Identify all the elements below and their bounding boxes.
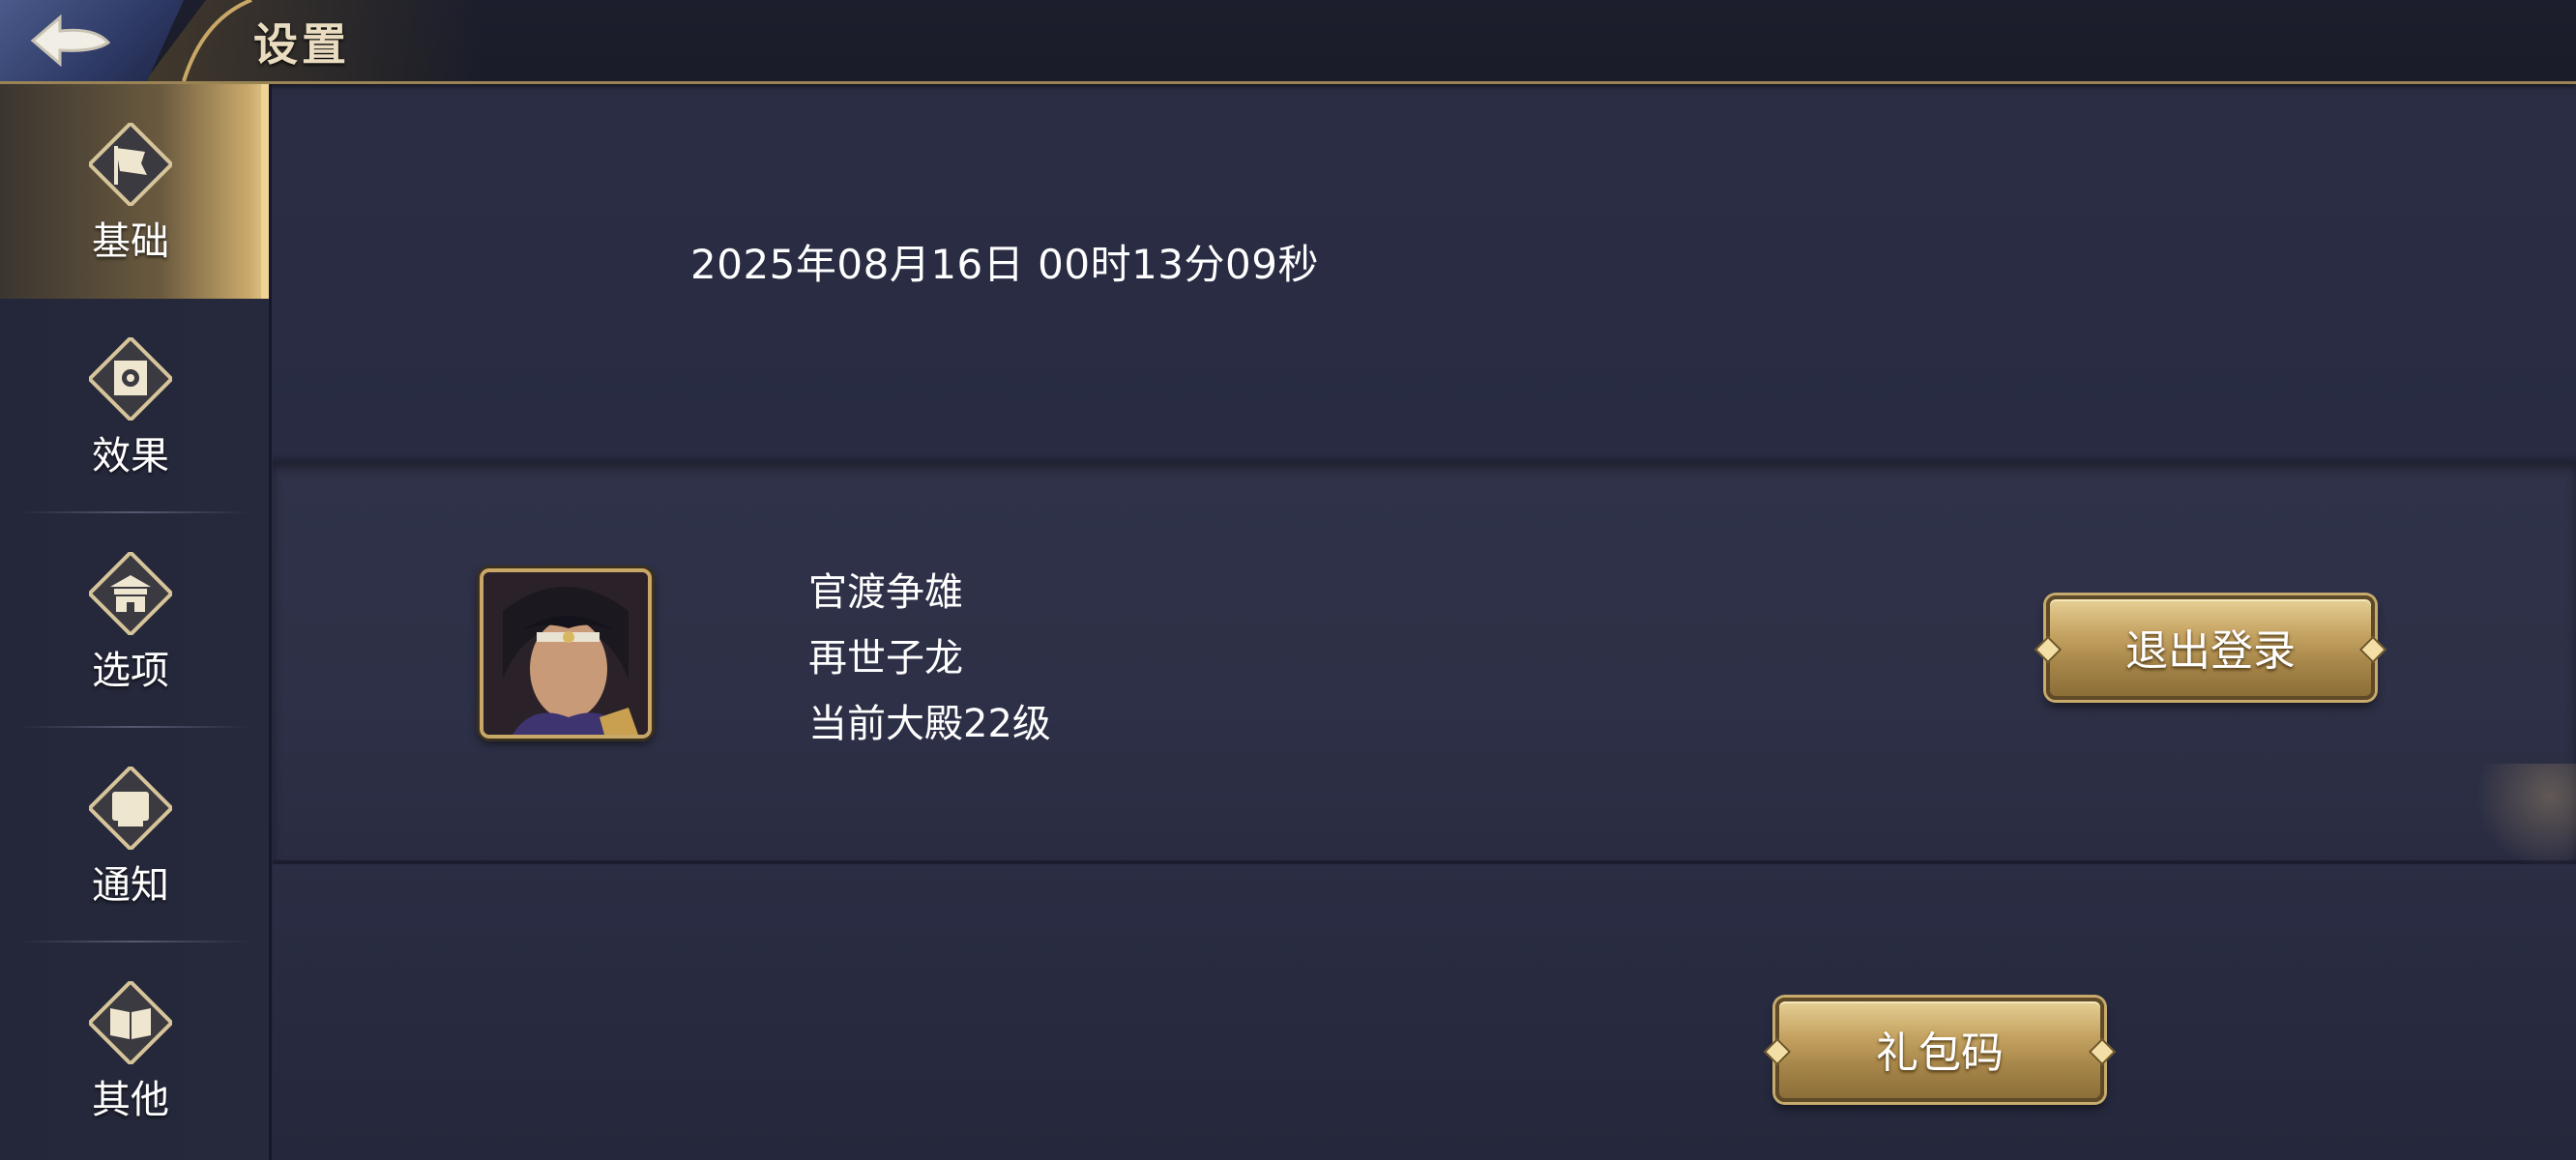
logout-button[interactable]: 退出登录 — [2046, 595, 2375, 700]
gift-code-button[interactable]: 礼包码 — [1775, 998, 2104, 1102]
sidebar-item-label: 通知 — [92, 863, 169, 908]
pagoda-icon — [89, 552, 172, 635]
scroll-icon — [89, 767, 172, 850]
sidebar-item-other[interactable]: 其他 — [0, 942, 269, 1157]
lower-section — [273, 864, 2576, 1160]
avatar[interactable] — [480, 568, 652, 739]
sidebar-item-label: 选项 — [92, 649, 169, 693]
flag-icon — [89, 123, 172, 206]
sidebar-item-effects[interactable]: 效果 — [0, 299, 269, 513]
sidebar-item-label: 效果 — [92, 434, 169, 478]
sidebar-item-label: 基础 — [92, 219, 169, 264]
top-bar: 设置 — [0, 0, 2576, 84]
sidebar: 基础 效果 选项 通知 其他 — [0, 84, 272, 1160]
sidebar-item-notifications[interactable]: 通知 — [0, 728, 269, 942]
sidebar-item-options[interactable]: 选项 — [0, 513, 269, 728]
book-icon — [89, 981, 172, 1064]
decorative-glow — [2475, 764, 2576, 870]
settings-screen: 设置 基础 效果 选项 通知 其他 2025年08月16日 00时13分09秒 … — [0, 0, 2576, 1160]
player-name: 再世子龙 — [808, 636, 963, 681]
page-title: 设置 — [253, 18, 350, 71]
avatar-portrait-icon — [483, 572, 648, 735]
sidebar-item-basic[interactable]: 基础 — [0, 84, 269, 299]
back-arrow-icon — [30, 14, 111, 68]
eye-banner-icon — [89, 337, 172, 420]
server-time: 2025年08月16日 00时13分09秒 — [690, 241, 1319, 288]
server-name: 官渡争雄 — [808, 570, 963, 615]
player-level: 当前大殿22级 — [808, 702, 1051, 746]
sidebar-item-label: 其他 — [92, 1078, 169, 1122]
